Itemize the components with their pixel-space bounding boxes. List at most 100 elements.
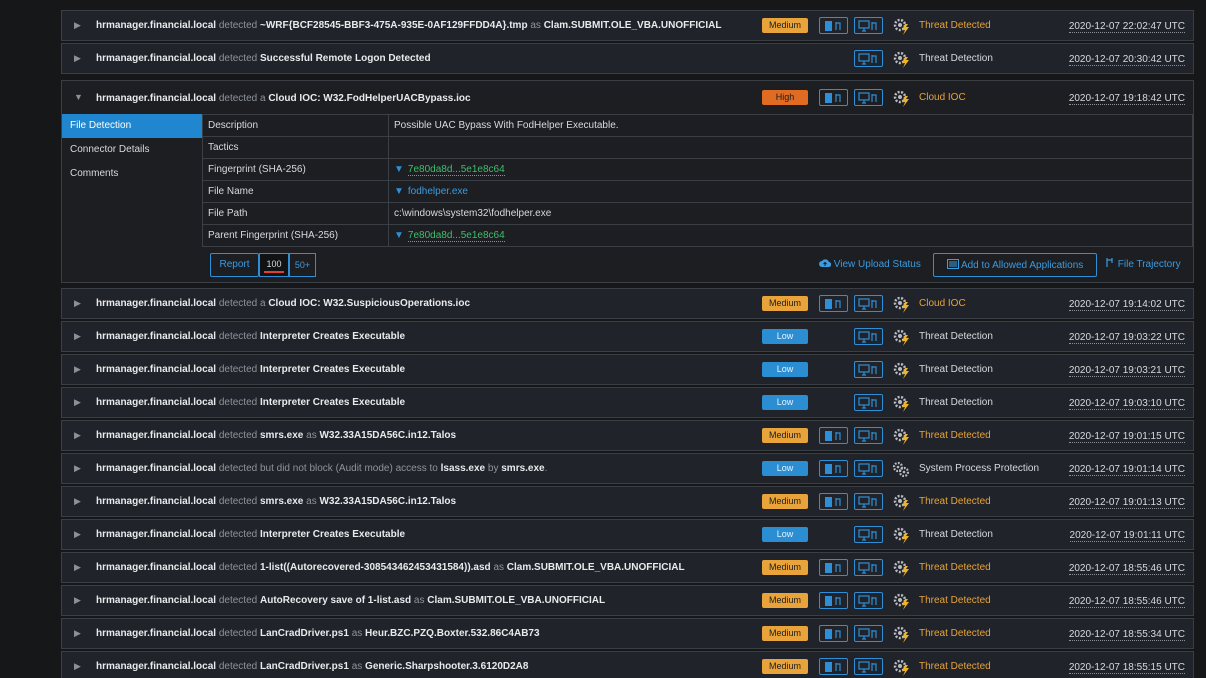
threat-gear-icon [893, 51, 909, 68]
expand-caret-icon[interactable]: ▶ [74, 388, 81, 417]
report-button[interactable]: Report [210, 253, 259, 277]
detail-row: Fingerprint (SHA-256) ▼ 7e80da8d...5e1e8c6… [202, 158, 1193, 181]
computer-icon [857, 429, 877, 442]
expand-caret-icon[interactable]: ▶ [74, 487, 81, 516]
expand-caret-icon[interactable]: ▶ [74, 553, 81, 582]
expand-caret-icon[interactable]: ▶ [74, 44, 81, 73]
filter-icon[interactable]: ▼ [394, 164, 404, 175]
computer-button[interactable] [854, 328, 883, 345]
filter-icon[interactable]: ▼ [394, 230, 404, 241]
event-row[interactable]: ▶ hrmanager.financial.local detected Auto… [61, 585, 1194, 616]
file-trajectory-link[interactable]: File Trajectory [1105, 253, 1181, 277]
collapse-caret-icon[interactable]: ▼ [74, 81, 83, 114]
expand-caret-icon[interactable]: ▶ [74, 619, 81, 648]
filter-icon[interactable]: ▼ [394, 186, 404, 197]
detail-value[interactable]: ▼ 7e80da8d...5e1e8c64 [388, 158, 1193, 181]
tab-file-detection[interactable]: File Detection [62, 114, 202, 138]
event-host: hrmanager.financial.local [96, 430, 219, 441]
file-analysis-button[interactable] [819, 592, 848, 609]
event-subject: Clam.SUBMIT.OLE_VBA.UNOFFICIAL [506, 562, 685, 573]
severity-badge: Low [762, 527, 808, 542]
file-analysis-button[interactable] [819, 427, 848, 444]
event-title: hrmanager.financial.local detected ~WRF{… [96, 11, 721, 40]
event-row[interactable]: ▶ hrmanager.financial.local detected smrs… [61, 486, 1194, 517]
detail-table: Description Possible UAC Bypass With FodH… [202, 114, 1193, 247]
severity-badge: Medium [762, 18, 808, 33]
expand-caret-icon[interactable]: ▶ [74, 421, 81, 450]
computer-button[interactable] [854, 394, 883, 411]
event-row[interactable]: ▶ hrmanager.financial.local detected a Cl… [61, 288, 1194, 319]
file-analysis-button[interactable] [819, 17, 848, 34]
file-analysis-button[interactable] [819, 493, 848, 510]
expand-caret-icon[interactable]: ▶ [74, 289, 81, 318]
event-row[interactable]: ▶ hrmanager.financial.local detected Inte… [61, 321, 1194, 352]
computer-button[interactable] [854, 50, 883, 67]
sha256-link[interactable]: 7e80da8d...5e1e8c64 [407, 230, 505, 242]
event-row[interactable]: ▶ hrmanager.financial.local detected but … [61, 453, 1194, 484]
event-row[interactable]: ▶ hrmanager.financial.local detected LanC… [61, 618, 1194, 649]
event-subject: LanCradDriver.ps1 [259, 661, 349, 672]
event-row[interactable]: ▶ hrmanager.financial.local detected Inte… [61, 519, 1194, 550]
tab-connector-details[interactable]: Connector Details [62, 138, 202, 162]
computer-button[interactable] [854, 427, 883, 444]
computer-button[interactable] [854, 625, 883, 642]
event-text: detected [218, 562, 260, 573]
event-row[interactable]: ▶ hrmanager.financial.local detected smrs… [61, 420, 1194, 451]
detail-value[interactable]: ▼ 7e80da8d...5e1e8c64 [388, 224, 1193, 247]
computer-button[interactable] [854, 493, 883, 510]
event-text: detected but did not block (Audit mode) … [218, 463, 441, 474]
event-date: 2020-12-07 19:03:22 UTC [1068, 332, 1185, 344]
detail-value[interactable]: ▼ fodhelper.exe [388, 180, 1193, 203]
expand-caret-icon[interactable]: ▶ [74, 652, 81, 678]
file-analysis-button[interactable] [819, 625, 848, 642]
event-row[interactable]: ▶ hrmanager.financial.local detected Succ… [61, 43, 1194, 74]
expand-caret-icon[interactable]: ▶ [74, 586, 81, 615]
file-analysis-button[interactable] [819, 460, 848, 477]
computer-icon [857, 462, 877, 475]
count-100-button[interactable]: 100 [259, 253, 289, 277]
detail-row: Tactics [202, 136, 1193, 159]
computer-icon [857, 297, 877, 310]
expand-caret-icon[interactable]: ▶ [74, 520, 81, 549]
event-row[interactable]: ▶ hrmanager.financial.local detected LanC… [61, 651, 1194, 678]
computer-button[interactable] [854, 89, 883, 106]
event-row[interactable]: ▶ hrmanager.financial.local detected Inte… [61, 387, 1194, 418]
computer-button[interactable] [854, 17, 883, 34]
tab-comments[interactable]: Comments [62, 162, 202, 186]
file-analysis-button[interactable] [819, 295, 848, 312]
sha256-link[interactable]: 7e80da8d...5e1e8c64 [407, 164, 505, 176]
event-category: Threat Detection [919, 364, 993, 375]
event-subject: W32.33A15DA56C.in12.Talos [319, 430, 457, 441]
expand-caret-icon[interactable]: ▶ [74, 355, 81, 384]
computer-button[interactable] [854, 592, 883, 609]
detail-row: File Path c:\windows\system32\fodhelper.e… [202, 202, 1193, 225]
event-row[interactable]: ▶ hrmanager.financial.local detected ~WRF… [61, 10, 1194, 41]
computer-button[interactable] [854, 460, 883, 477]
expand-caret-icon[interactable]: ▶ [74, 322, 81, 351]
computer-button[interactable] [854, 658, 883, 675]
file-name-link[interactable]: fodhelper.exe [408, 186, 468, 197]
file-analysis-button[interactable] [819, 89, 848, 106]
severity-badge: Medium [762, 494, 808, 509]
severity-badge: Low [762, 461, 808, 476]
event-text: detected [218, 53, 260, 64]
threat-gear-icon [893, 494, 909, 511]
event-subject: smrs.exe [259, 496, 304, 507]
computer-icon [857, 330, 877, 343]
view-upload-status-link[interactable]: View Upload Status [819, 253, 921, 277]
computer-button[interactable] [854, 295, 883, 312]
event-date: 2020-12-07 18:55:34 UTC [1068, 629, 1185, 641]
computer-button[interactable] [854, 361, 883, 378]
expand-caret-icon[interactable]: ▶ [74, 454, 81, 483]
expanded-event-header[interactable]: ▼ hrmanager.financial.local detected a C… [62, 81, 1193, 114]
count-50-button[interactable]: 50+ [289, 253, 316, 277]
add-to-allowed-applications-button[interactable]: Add to Allowed Applications [933, 253, 1097, 277]
event-row[interactable]: ▶ hrmanager.financial.local detected 1-li… [61, 552, 1194, 583]
computer-button[interactable] [854, 526, 883, 543]
event-subject: Heur.BZC.PZQ.Boxter.532.86C4AB73 [365, 628, 540, 639]
computer-button[interactable] [854, 559, 883, 576]
event-row[interactable]: ▶ hrmanager.financial.local detected Inte… [61, 354, 1194, 385]
expand-caret-icon[interactable]: ▶ [74, 11, 81, 40]
file-analysis-button[interactable] [819, 658, 848, 675]
file-analysis-button[interactable] [819, 559, 848, 576]
